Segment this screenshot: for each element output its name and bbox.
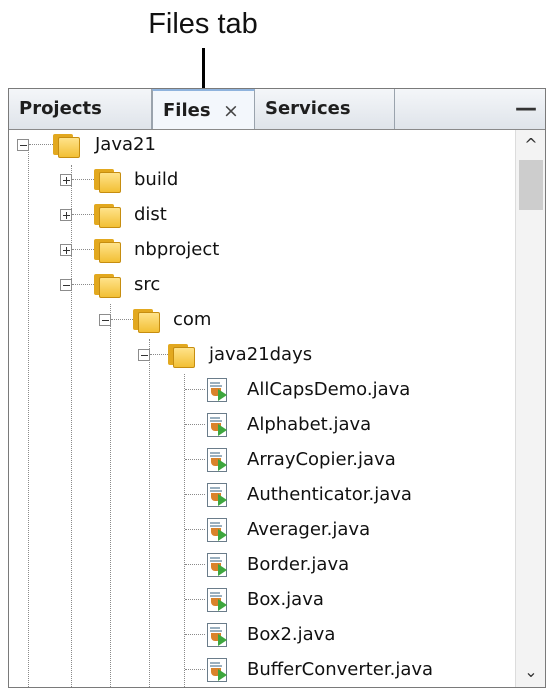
tree-node-label: dist (134, 204, 167, 225)
java-file-icon (205, 448, 229, 472)
tree-node-label: java21days (209, 344, 313, 365)
tree-connector (185, 389, 205, 390)
tree-connector (185, 529, 205, 530)
folder-icon (94, 237, 121, 263)
tree-node-build[interactable]: build (94, 165, 294, 195)
tree-node-label: src (134, 274, 161, 295)
java-file-icon (205, 483, 229, 507)
tree-connector (185, 424, 205, 425)
java-file-icon (205, 413, 229, 437)
scroll-down-icon[interactable]: ⌄ (516, 657, 545, 687)
tree-file-item[interactable]: ArrayCopier.java (205, 445, 505, 475)
tree-guide (184, 374, 185, 687)
tree-connector (72, 179, 94, 180)
tree-connector (185, 459, 205, 460)
tree-file-label: Authenticator.java (247, 484, 412, 505)
folder-icon (53, 132, 80, 158)
callout-label: Files tab (148, 8, 258, 40)
file-tree: Java21 build dist nbproject src com java… (9, 130, 515, 687)
tree-file-label: AllCapsDemo.java (247, 379, 411, 400)
tab-services-label: Services (265, 98, 351, 119)
close-icon[interactable]: × (223, 91, 239, 131)
tab-bar: Projects Files × Services — (9, 89, 545, 130)
tree-file-label: Averager.java (247, 519, 371, 540)
tree-node-nbproject[interactable]: nbproject (94, 235, 294, 265)
tree-file-label: Border.java (247, 554, 350, 575)
tree-connector (185, 494, 205, 495)
tree-connector (185, 564, 205, 565)
tree-node-src[interactable]: src (94, 270, 294, 300)
tree-connector (72, 214, 94, 215)
tree-guide (110, 304, 111, 687)
tree-file-label: Box2.java (247, 624, 336, 645)
tab-projects[interactable]: Projects (9, 89, 152, 129)
tree-node-label: nbproject (134, 239, 220, 260)
collapse-toggle[interactable] (17, 139, 29, 151)
tree-connector (185, 634, 205, 635)
tree-node-dist[interactable]: dist (94, 200, 294, 230)
java-file-icon (205, 588, 229, 612)
scrollbar-thumb[interactable] (519, 160, 543, 210)
folder-icon (94, 202, 121, 228)
expand-toggle[interactable] (60, 209, 72, 221)
tree-file-label: Alphabet.java (247, 414, 372, 435)
java-file-icon (205, 518, 229, 542)
tree-connector (72, 249, 94, 250)
vertical-scrollbar[interactable]: ^ ⌄ (515, 130, 545, 687)
tree-connector (29, 144, 53, 145)
java-file-icon (205, 378, 229, 402)
tree-file-item[interactable]: Box2.java (205, 620, 505, 650)
folder-icon (133, 307, 160, 333)
tab-projects-label: Projects (19, 98, 102, 119)
tree-file-label: BufferConverter.java (247, 659, 434, 680)
tree-node-label: build (134, 169, 179, 190)
tree-connector (185, 599, 205, 600)
folder-icon (94, 167, 121, 193)
tree-file-item[interactable]: Border.java (205, 550, 505, 580)
files-panel: Projects Files × Services — Java21 build (8, 88, 546, 688)
minimize-icon[interactable]: — (515, 89, 537, 129)
tree-connector (185, 669, 205, 670)
java-file-icon (205, 553, 229, 577)
callout-pointer-line (202, 48, 205, 90)
tree-guide (149, 339, 150, 687)
tree-file-item[interactable]: Alphabet.java (205, 410, 505, 440)
tree-connector (111, 319, 133, 320)
tree-file-item[interactable]: AllCapsDemo.java (205, 375, 505, 405)
collapse-toggle[interactable] (60, 279, 72, 291)
expand-toggle[interactable] (60, 244, 72, 256)
expand-toggle[interactable] (60, 174, 72, 186)
tree-node-label: Java21 (95, 134, 156, 155)
tree-file-label: ArrayCopier.java (247, 449, 396, 470)
tree-file-item[interactable]: Averager.java (205, 515, 505, 545)
tree-file-item[interactable]: BufferConverter.java (205, 655, 505, 685)
tree-file-item[interactable]: Box.java (205, 585, 505, 615)
collapse-toggle[interactable] (138, 349, 150, 361)
tree-connector (150, 354, 168, 355)
tree-connector (72, 284, 94, 285)
tab-files-label: Files (163, 100, 211, 121)
tree-node-java21[interactable]: Java21 (53, 130, 253, 160)
collapse-toggle[interactable] (99, 314, 111, 326)
tab-files[interactable]: Files × (152, 89, 255, 129)
tree-node-com[interactable]: com (133, 305, 333, 335)
folder-icon (168, 342, 195, 368)
tree-node-java21days[interactable]: java21days (168, 340, 388, 370)
tab-services[interactable]: Services (255, 89, 395, 129)
tree-file-label: Box.java (247, 589, 324, 610)
tree-guide (28, 149, 29, 687)
java-file-icon (205, 623, 229, 647)
folder-icon (94, 272, 121, 298)
scroll-up-icon[interactable]: ^ (516, 130, 545, 160)
tree-file-item[interactable]: Authenticator.java (205, 480, 505, 510)
tree-node-label: com (173, 309, 212, 330)
java-file-icon (205, 658, 229, 682)
